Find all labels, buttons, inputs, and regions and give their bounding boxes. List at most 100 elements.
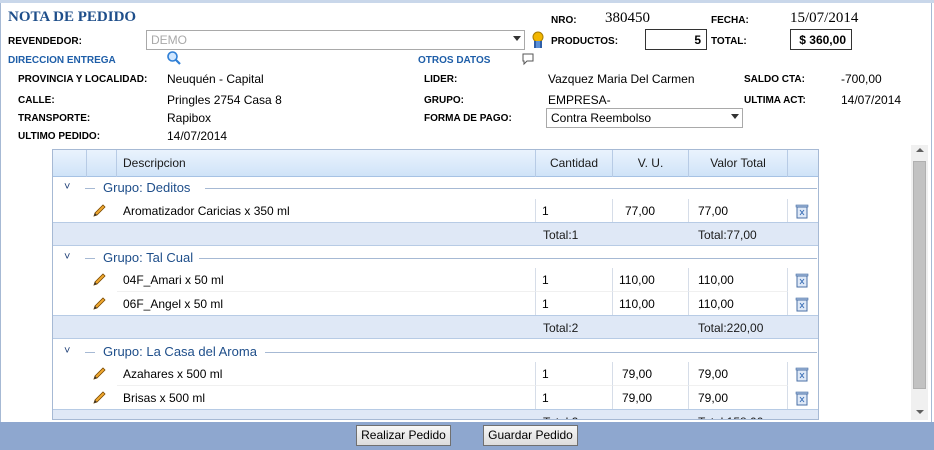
lider-value: Vazquez Maria Del Carmen (548, 72, 695, 86)
transporte-value: Rapibox (167, 111, 212, 125)
pencil-icon[interactable] (91, 390, 107, 406)
scroll-up-icon[interactable] (916, 148, 924, 152)
productos-label: PRODUCTOS: (551, 36, 619, 47)
medal-icon[interactable] (531, 31, 545, 49)
chevron-down-icon[interactable]: ˅ (64, 181, 70, 193)
group-total-row: Total:1 Total:77,00 (53, 222, 818, 246)
total-value: $ 360,00 (790, 29, 852, 50)
cell-valor-total: 110,00 (689, 268, 788, 292)
group-header[interactable]: ˅ Grupo: Deditos (53, 177, 818, 199)
revendedor-label: REVENDEDOR: (8, 36, 82, 47)
group-title: Grupo: La Casa del Aroma (103, 344, 257, 359)
column-header-valor-total[interactable]: Valor Total (689, 150, 788, 177)
pencil-icon[interactable] (91, 366, 107, 382)
cell-vu: 77,00 (613, 199, 689, 223)
group-total-count: Total:2 (543, 321, 579, 335)
otros-datos-link[interactable]: OTROS DATOS (418, 55, 490, 66)
group-total-value: Total:158,00 (698, 410, 763, 419)
grupo-value: EMPRESA- (548, 93, 611, 107)
forma-pago-value: Contra Reembolso (551, 111, 652, 125)
ultima-act-label: ULTIMA ACT: (744, 95, 806, 106)
trash-icon[interactable] (794, 296, 810, 312)
nro-value: 380450 (605, 10, 650, 26)
pencil-icon[interactable] (91, 272, 107, 288)
ultimo-pedido-label: ULTIMO PEDIDO: (18, 131, 101, 142)
cell-valor-total: 110,00 (689, 292, 788, 316)
cell-descripcion: Aromatizador Caricias x 350 ml (117, 199, 536, 223)
grupo-label: GRUPO: (424, 95, 464, 106)
column-header-cantidad[interactable]: Cantidad (536, 150, 613, 177)
group-total-count: Total:2 (543, 410, 578, 419)
cell-descripcion: 04F_Amari x 50 ml (117, 268, 536, 292)
cell-descripcion: Azahares x 500 ml (117, 362, 536, 386)
ultimo-pedido-value: 14/07/2014 (167, 129, 228, 143)
group-total-count: Total:1 (543, 228, 579, 242)
chevron-down-icon[interactable] (513, 36, 521, 41)
revendedor-value: DEMO (151, 33, 187, 47)
table-row[interactable]: Aromatizador Caricias x 350 ml 1 77,00 7… (53, 199, 818, 223)
fecha-value: 15/07/2014 (790, 10, 859, 26)
calle-value: Pringles 2754 Casa 8 (167, 93, 282, 107)
group-header[interactable]: ˅ Grupo: Tal Cual (53, 247, 818, 269)
cell-cantidad: 1 (536, 362, 613, 386)
group-total-value: Total:220,00 (698, 321, 764, 335)
cell-valor-total: 79,00 (689, 386, 788, 410)
group-title: Grupo: Tal Cual (103, 250, 194, 265)
cell-cantidad: 1 (536, 386, 613, 410)
saldo-label: SALDO CTA: (744, 74, 805, 85)
forma-pago-select[interactable]: Contra Reembolso (546, 108, 743, 128)
trash-icon[interactable] (794, 390, 810, 406)
column-header-vu[interactable]: V. U. (613, 150, 689, 177)
chevron-down-icon[interactable] (731, 114, 739, 119)
footer-bar: Realizar Pedido Guardar Pedido (0, 422, 934, 450)
trash-icon[interactable] (794, 366, 810, 382)
pencil-icon[interactable] (91, 296, 107, 312)
table-row[interactable]: 04F_Amari x 50 ml 1 110,00 110,00 (53, 268, 818, 292)
grid-scrollbar[interactable] (911, 145, 928, 420)
cell-valor-total: 79,00 (689, 362, 788, 386)
page-title: NOTA DE PEDIDO (8, 9, 137, 25)
nro-label: NRO: (551, 15, 577, 26)
table-row[interactable]: Brisas x 500 ml 1 79,00 79,00 (53, 386, 818, 410)
group-total-row: Total:2 Total:220,00 (53, 315, 818, 339)
search-icon[interactable] (166, 50, 182, 66)
revendedor-select[interactable]: DEMO (146, 30, 525, 50)
table-row[interactable]: Azahares x 500 ml 1 79,00 79,00 (53, 362, 818, 386)
items-grid: Descripcion Cantidad V. U. Valor Total ˅… (52, 149, 819, 420)
scroll-down-icon[interactable] (916, 410, 924, 414)
group-header[interactable]: ˅ Grupo: La Casa del Aroma (53, 341, 818, 363)
cell-vu: 79,00 (613, 386, 689, 410)
chevron-down-icon[interactable]: ˅ (64, 345, 70, 357)
chevron-down-icon[interactable]: ˅ (64, 251, 70, 263)
column-header-descripcion[interactable]: Descripcion (117, 150, 536, 177)
total-label: TOTAL: (711, 36, 747, 47)
group-total-row: Total:2 Total:158,00 (53, 409, 818, 419)
ultima-act-value: 14/07/2014 (841, 93, 902, 107)
trash-icon[interactable] (794, 272, 810, 288)
header-edit-col (87, 150, 117, 177)
calle-label: CALLE: (18, 95, 55, 106)
direccion-entrega-link[interactable]: DIRECCION ENTREGA (8, 55, 116, 66)
provincia-label: PROVINCIA Y LOCALIDAD: (18, 74, 148, 85)
forma-pago-label: FORMA DE PAGO: (424, 113, 512, 124)
group-total-value: Total:77,00 (698, 228, 757, 242)
transporte-label: TRANSPORTE: (18, 113, 91, 124)
scroll-thumb[interactable] (913, 161, 926, 389)
cell-cantidad: 1 (536, 292, 613, 316)
pencil-icon[interactable] (91, 203, 107, 219)
lider-label: LIDER: (424, 74, 458, 85)
cell-descripcion: Brisas x 500 ml (117, 386, 536, 410)
guardar-pedido-button[interactable]: Guardar Pedido (483, 425, 578, 446)
grid-header: Descripcion Cantidad V. U. Valor Total (53, 150, 818, 177)
fecha-label: FECHA: (711, 15, 749, 26)
cell-cantidad: 1 (536, 199, 613, 223)
provincia-value: Neuquén - Capital (167, 72, 264, 86)
comment-icon[interactable] (521, 52, 535, 66)
table-row[interactable]: 06F_Angel x 50 ml 1 110,00 110,00 (53, 292, 818, 316)
realizar-pedido-button[interactable]: Realizar Pedido (356, 425, 451, 446)
cell-descripcion: 06F_Angel x 50 ml (117, 292, 536, 316)
group-title: Grupo: Deditos (103, 180, 191, 195)
cell-vu: 79,00 (613, 362, 689, 386)
cell-valor-total: 77,00 (689, 199, 788, 223)
trash-icon[interactable] (794, 203, 810, 219)
